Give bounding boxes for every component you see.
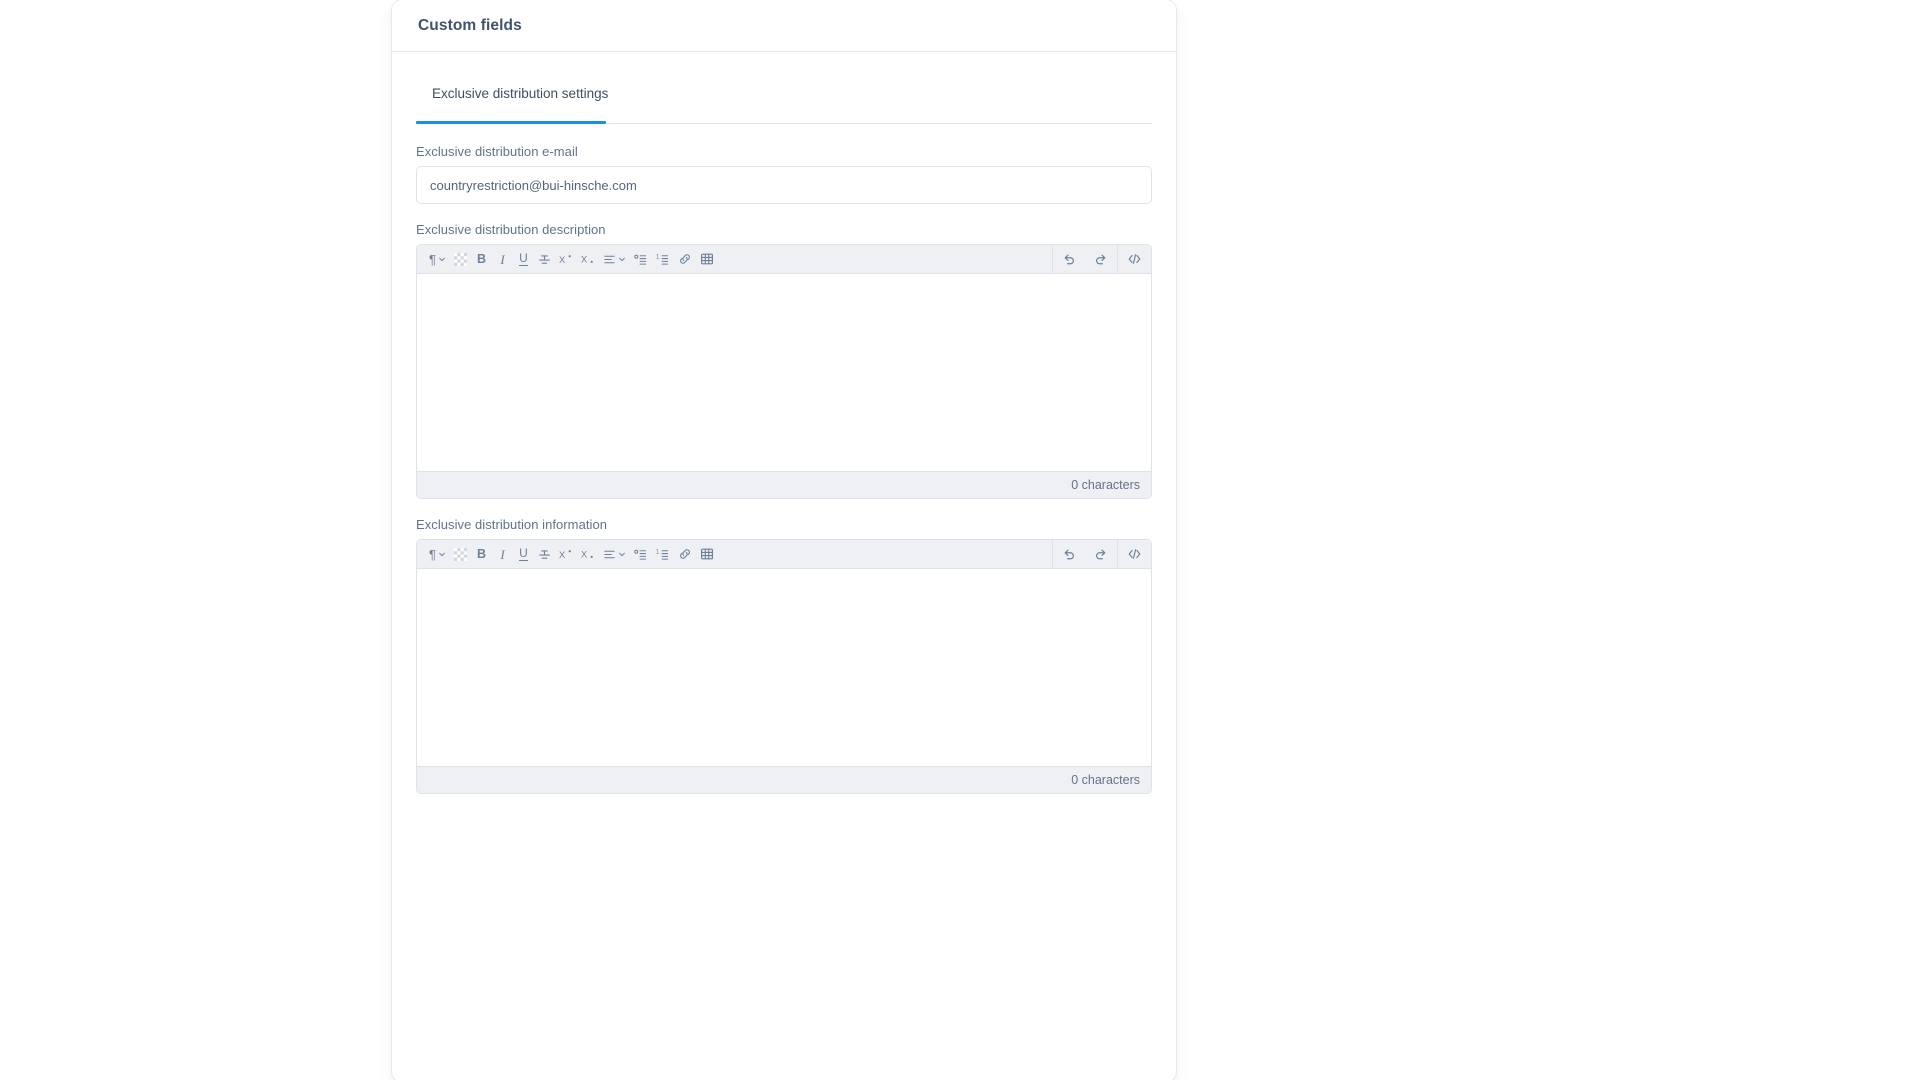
card-header: Custom fields	[392, 0, 1176, 52]
bold-icon[interactable]: B	[471, 540, 492, 569]
insert-link-icon[interactable]	[674, 245, 696, 274]
description-character-count: 0 characters	[1071, 478, 1140, 492]
svg-text:X: X	[559, 550, 565, 560]
toolbar-right-group	[1052, 540, 1151, 569]
email-field-label: Exclusive distribution e-mail	[416, 144, 578, 159]
toolbar-left-group: ¶ B I U X X 1	[417, 245, 1052, 274]
field-exclusive-distribution-email: Exclusive distribution e-mail	[416, 144, 1152, 204]
numbered-list-icon[interactable]: 1	[652, 540, 674, 569]
insert-table-icon[interactable]	[696, 540, 718, 569]
tab-exclusive-distribution-settings[interactable]: Exclusive distribution settings	[416, 80, 624, 115]
align-icon[interactable]	[599, 245, 630, 274]
paragraph-format-icon[interactable]: ¶	[425, 245, 450, 274]
page-title: Custom fields	[418, 16, 522, 34]
page-root: Custom fields Exclusive distribution set…	[0, 0, 1920, 1080]
toolbar-left-group: ¶ B I U X X 1	[417, 540, 1052, 569]
information-editor-footer: 0 characters	[417, 766, 1151, 793]
superscript-icon[interactable]: X	[555, 245, 577, 274]
svg-text:X: X	[581, 254, 587, 264]
description-rich-text-editor: ¶ B I U X X 1 0 characters	[416, 244, 1152, 499]
card-bottom-spacer	[416, 812, 1152, 852]
svg-text:X: X	[581, 549, 587, 559]
italic-icon[interactable]: I	[492, 245, 513, 274]
information-character-count: 0 characters	[1071, 773, 1140, 787]
information-rich-text-editor: ¶ B I U X X 1 0 characters	[416, 539, 1152, 794]
text-color-swatch-icon[interactable]	[450, 245, 471, 274]
field-exclusive-distribution-information: Exclusive distribution information ¶ B I…	[416, 517, 1152, 794]
svg-text:1: 1	[656, 549, 660, 555]
information-editor-content[interactable]	[417, 569, 1151, 766]
description-editor-footer: 0 characters	[417, 471, 1151, 498]
tab-label: Exclusive distribution settings	[432, 86, 609, 101]
superscript-icon[interactable]: X	[555, 540, 577, 569]
description-editor-toolbar: ¶ B I U X X 1	[417, 245, 1151, 274]
text-color-swatch-icon[interactable]	[450, 540, 471, 569]
undo-icon[interactable]	[1053, 245, 1085, 274]
toolbar-right-group	[1052, 245, 1151, 274]
source-code-icon[interactable]	[1118, 540, 1151, 569]
insert-table-icon[interactable]	[696, 245, 718, 274]
bullet-list-icon[interactable]	[630, 245, 652, 274]
svg-text:X: X	[559, 255, 565, 265]
underline-icon[interactable]: U	[513, 540, 534, 569]
custom-fields-card: Custom fields Exclusive distribution set…	[392, 0, 1176, 1080]
card-body: Exclusive distribution settings Exclusiv…	[392, 52, 1176, 852]
bullet-list-icon[interactable]	[630, 540, 652, 569]
field-exclusive-distribution-description: Exclusive distribution description ¶ B I…	[416, 222, 1152, 499]
source-code-icon[interactable]	[1118, 245, 1151, 274]
subscript-icon[interactable]: X	[577, 540, 599, 569]
underline-icon[interactable]: U	[513, 245, 534, 274]
redo-icon[interactable]	[1085, 245, 1117, 274]
redo-icon[interactable]	[1085, 540, 1117, 569]
strikethrough-icon[interactable]	[534, 540, 555, 569]
description-editor-content[interactable]	[417, 274, 1151, 471]
tab-bar: Exclusive distribution settings	[416, 80, 1152, 124]
align-icon[interactable]	[599, 540, 630, 569]
tab-active-underline	[416, 121, 606, 124]
numbered-list-icon[interactable]: 1	[652, 245, 674, 274]
subscript-icon[interactable]: X	[577, 245, 599, 274]
strikethrough-icon[interactable]	[534, 245, 555, 274]
information-field-label: Exclusive distribution information	[416, 517, 608, 532]
italic-icon[interactable]: I	[492, 540, 513, 569]
information-editor-toolbar: ¶ B I U X X 1	[417, 540, 1151, 569]
paragraph-format-icon[interactable]: ¶	[425, 540, 450, 569]
svg-text:1: 1	[656, 254, 660, 260]
insert-link-icon[interactable]	[674, 540, 696, 569]
bold-icon[interactable]: B	[471, 245, 492, 274]
undo-icon[interactable]	[1053, 540, 1085, 569]
description-field-label: Exclusive distribution description	[416, 222, 606, 237]
exclusive-distribution-email-input[interactable]	[416, 166, 1152, 204]
